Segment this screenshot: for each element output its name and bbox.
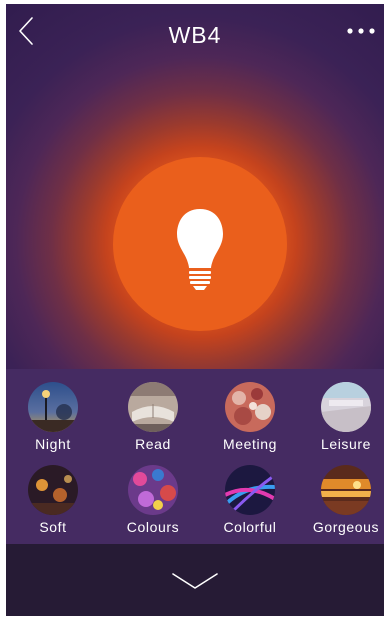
scene-label: Leisure	[320, 436, 372, 452]
read-scene-thumbnail	[128, 382, 178, 432]
scene-label: Night	[35, 436, 71, 452]
soft-scene-thumbnail	[28, 465, 78, 515]
scene-leisure[interactable]: Leisure	[299, 372, 384, 454]
scene-grid: Night Read Meeting Leisure Soft Colours …	[6, 369, 384, 544]
power-toggle-button[interactable]	[113, 157, 287, 331]
header-bar: WB4	[6, 4, 384, 64]
night-scene-thumbnail	[28, 382, 78, 432]
scene-colorful[interactable]: Colorful	[203, 455, 297, 537]
scene-label: Soft	[39, 519, 67, 535]
scene-gorgeous[interactable]: Gorgeous	[299, 455, 384, 537]
scene-read[interactable]: Read	[106, 372, 200, 454]
scene-meeting[interactable]: Meeting	[203, 372, 297, 454]
colorful-scene-thumbnail	[225, 465, 275, 515]
scene-label: Gorgeous	[312, 519, 380, 535]
scene-label: Colorful	[223, 519, 277, 535]
meeting-scene-thumbnail	[225, 382, 275, 432]
leisure-scene-thumbnail	[321, 382, 371, 432]
more-dots-icon	[347, 28, 375, 34]
collapse-button[interactable]	[170, 568, 220, 594]
page-title: WB4	[168, 22, 222, 48]
colours-scene-thumbnail	[128, 465, 178, 515]
scene-soft[interactable]: Soft	[6, 455, 100, 537]
scene-label: Colours	[126, 519, 180, 535]
light-glow-background: WB4	[6, 4, 384, 369]
app-screen: WB4 Night Read Meeting Leisure Soft Colo…	[6, 4, 384, 616]
scene-night[interactable]: Night	[6, 372, 100, 454]
bottom-bar	[6, 544, 384, 616]
lightbulb-icon	[177, 209, 223, 290]
scene-label: Read	[135, 436, 171, 452]
scene-colours[interactable]: Colours	[106, 455, 200, 537]
chevron-down-icon	[172, 573, 218, 589]
gorgeous-scene-thumbnail	[321, 465, 371, 515]
scene-label: Meeting	[222, 436, 277, 452]
more-options-button[interactable]	[344, 20, 378, 42]
